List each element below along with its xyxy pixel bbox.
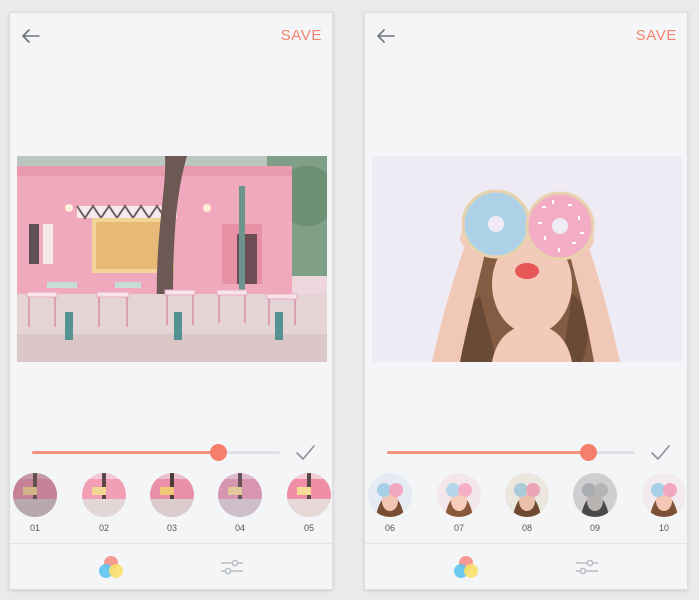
top-bar: SAVE (365, 13, 687, 59)
photo-preview (17, 156, 327, 362)
slider-fill (32, 451, 218, 454)
filter-item-04[interactable]: 04 (217, 473, 263, 545)
filter-label: 08 (521, 523, 532, 533)
adjust-sliders-icon (576, 559, 598, 575)
save-button[interactable]: SAVE (281, 27, 322, 44)
filter-item-10[interactable]: 10 (641, 473, 687, 545)
checkmark-icon (651, 445, 670, 460)
adjust-tab[interactable] (219, 555, 245, 579)
filter-item-07[interactable]: 07 (436, 473, 482, 545)
intensity-slider-row (365, 438, 687, 468)
save-button[interactable]: SAVE (636, 27, 677, 44)
filter-label: 10 (658, 523, 669, 533)
apply-button[interactable] (647, 440, 673, 466)
filter-thumbnail (82, 473, 126, 517)
filter-thumbnail (218, 473, 262, 517)
color-filter-icon (454, 556, 478, 578)
editor-screen-cafe: SAVE 01 02 03 04 05 (9, 12, 333, 590)
filter-thumbnail (505, 473, 549, 517)
filters-tab[interactable] (451, 553, 481, 583)
filter-strip: 06 07 08 09 10 (365, 473, 687, 545)
bottom-tab-bar (365, 543, 687, 589)
filter-label: 07 (453, 523, 464, 533)
filter-thumbnail (150, 473, 194, 517)
adjust-sliders-icon (221, 559, 243, 575)
filter-label: 03 (166, 523, 177, 533)
back-button[interactable] (18, 23, 44, 49)
filter-item-09[interactable]: 09 (572, 473, 618, 545)
intensity-slider[interactable] (32, 444, 280, 461)
adjust-tab[interactable] (574, 555, 600, 579)
filter-label: 05 (303, 523, 314, 533)
intensity-slider[interactable] (387, 444, 635, 461)
filter-label: 06 (384, 523, 395, 533)
app-stage: SAVE 01 02 03 04 05 SAVE 06 07 08 09 10 (0, 0, 699, 600)
checkmark-icon (296, 445, 315, 460)
filter-item-06[interactable]: 06 (367, 473, 413, 545)
bottom-tab-bar (10, 543, 332, 589)
filter-thumbnail (642, 473, 686, 517)
arrow-left-icon (22, 29, 40, 43)
slider-thumb[interactable] (210, 444, 227, 461)
filter-item-01[interactable]: 01 (12, 473, 58, 545)
apply-button[interactable] (292, 440, 318, 466)
filter-label: 04 (234, 523, 245, 533)
filter-item-05[interactable]: 05 (286, 473, 332, 545)
filter-label: 01 (29, 523, 40, 533)
filter-strip: 01 02 03 04 05 (10, 473, 332, 545)
slider-fill (387, 451, 588, 454)
top-bar: SAVE (10, 13, 332, 59)
filters-tab[interactable] (96, 553, 126, 583)
filter-item-03[interactable]: 03 (149, 473, 195, 545)
color-filter-icon (99, 556, 123, 578)
editor-screen-donuts: SAVE 06 07 08 09 10 (364, 12, 688, 590)
filter-label: 02 (98, 523, 109, 533)
filter-thumbnail (573, 473, 617, 517)
intensity-slider-row (10, 438, 332, 468)
back-button[interactable] (373, 23, 399, 49)
filter-thumbnail (437, 473, 481, 517)
photo-preview (372, 156, 682, 362)
filter-label: 09 (589, 523, 600, 533)
filter-item-08[interactable]: 08 (504, 473, 550, 545)
arrow-left-icon (377, 29, 395, 43)
slider-thumb[interactable] (579, 444, 597, 461)
filter-thumbnail (13, 473, 57, 517)
filter-thumbnail (287, 473, 331, 517)
filter-item-02[interactable]: 02 (81, 473, 127, 545)
filter-thumbnail (368, 473, 412, 517)
